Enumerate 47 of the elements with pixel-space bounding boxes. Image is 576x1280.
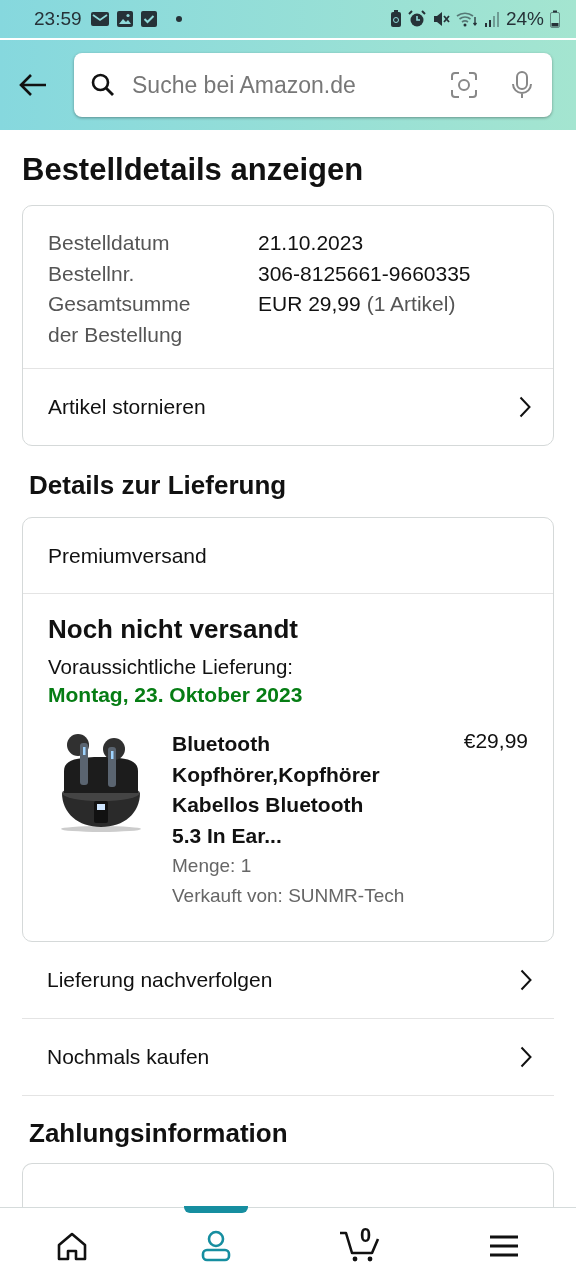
action-row[interactable]: Lieferung nachverfolgen bbox=[22, 942, 554, 1019]
search-icon bbox=[90, 72, 116, 98]
field-value: EUR 29,99 bbox=[258, 291, 361, 317]
back-arrow-icon[interactable] bbox=[18, 73, 48, 97]
alarm-icon bbox=[407, 10, 426, 28]
field-value: 306-8125661-9660335 bbox=[258, 260, 471, 287]
shipment-status: Noch nicht versandt bbox=[48, 614, 299, 645]
action-row[interactable]: Nochmals kaufen bbox=[22, 1019, 554, 1096]
camera-icon[interactable] bbox=[450, 71, 478, 99]
field-label: Gesamtsumme der Bestellung bbox=[48, 291, 192, 348]
product-title[interactable]: Bluetooth Kopfhörer,Kopfhörer Kabellos Bluetooth 5.3 In Ear... bbox=[172, 729, 397, 851]
mute-icon bbox=[431, 10, 450, 28]
search-bar[interactable]: Suche bei Amazon.de bbox=[74, 53, 552, 117]
signal-icon bbox=[483, 10, 500, 28]
person-icon bbox=[200, 1230, 232, 1262]
microphone-icon[interactable] bbox=[510, 70, 534, 100]
cancel-items-row[interactable]: Artikel stornieren bbox=[23, 368, 553, 445]
battery-icon bbox=[550, 10, 560, 28]
delivery-label: Voraussichtliche Lieferung: bbox=[48, 655, 294, 679]
battery-percent: 24% bbox=[505, 8, 544, 30]
checkbox-icon bbox=[139, 10, 158, 28]
chevron-icon bbox=[520, 1046, 532, 1068]
nav-tab[interactable]: 0 bbox=[288, 1208, 432, 1280]
cart-icon bbox=[339, 1230, 381, 1262]
dot-icon bbox=[175, 16, 182, 22]
product-price: €29,99 bbox=[463, 729, 528, 754]
chevron-icon bbox=[519, 396, 531, 418]
image-icon bbox=[115, 10, 134, 28]
mail-icon bbox=[89, 10, 110, 28]
item-count: (1 Artikel) bbox=[366, 291, 456, 317]
cart-count: 0 bbox=[360, 1224, 372, 1247]
page-title: Bestelldetails anzeigen bbox=[22, 152, 365, 188]
home-icon bbox=[56, 1231, 88, 1261]
field-label: Bestelldatum bbox=[48, 230, 171, 256]
shipping-method: Premiumversand bbox=[23, 518, 553, 594]
seller: Verkauft von: SUNMR-Tech bbox=[172, 884, 406, 908]
battery-saver-icon bbox=[389, 10, 402, 28]
field-value: 21.10.2023 bbox=[258, 230, 364, 256]
section-heading: Zahlungsinformation bbox=[29, 1118, 289, 1149]
section-heading: Details zur Lieferung bbox=[29, 470, 288, 501]
delivery-date: Montag, 23. Oktober 2023 bbox=[48, 683, 304, 707]
field-label: Bestellnr. bbox=[48, 260, 136, 287]
wifi-icon bbox=[455, 10, 478, 28]
menu-icon bbox=[489, 1234, 519, 1258]
quantity: Menge: 1 bbox=[172, 854, 253, 878]
status-time: 23:59 bbox=[34, 8, 82, 30]
chevron-icon bbox=[520, 969, 532, 991]
